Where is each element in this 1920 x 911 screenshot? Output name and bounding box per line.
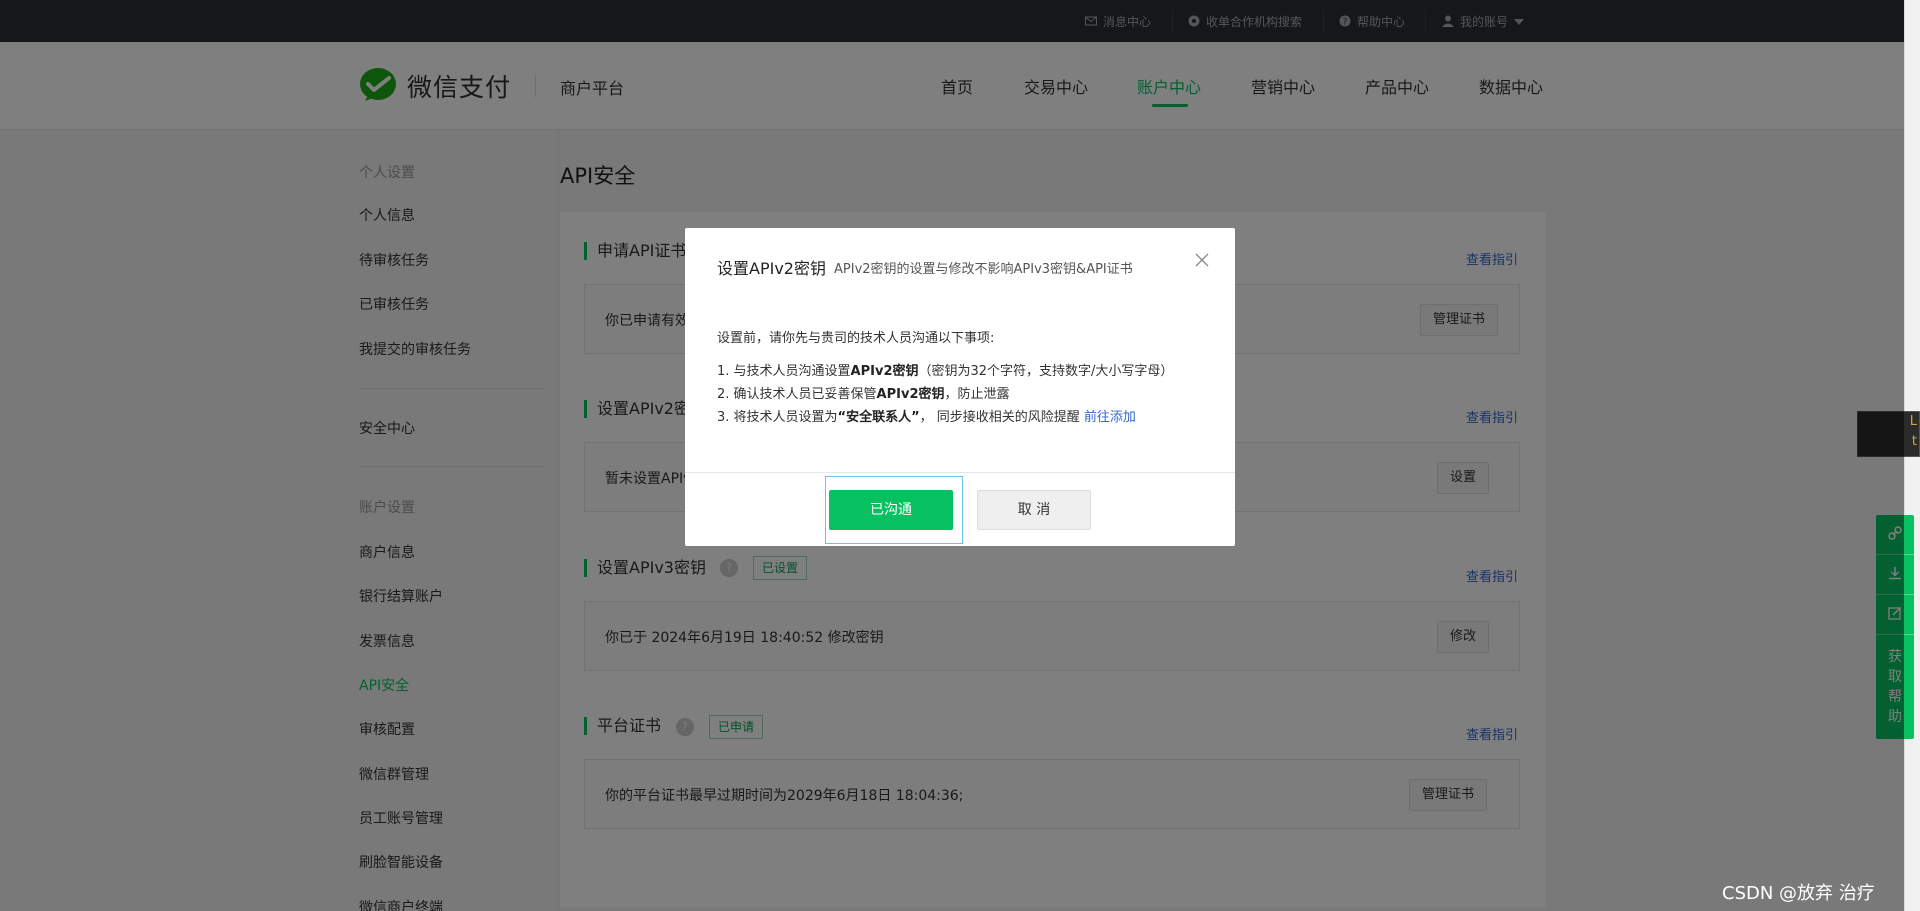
- confirm-communicated-button[interactable]: 已沟通: [829, 490, 953, 530]
- dialog-intro: 设置前，请你先与贵司的技术人员沟通以下事项:: [717, 331, 995, 346]
- apiv2-key-dialog: 设置APIv2密钥 APIv2密钥的设置与修改不影响APIv3密钥&API证书 …: [685, 228, 1235, 546]
- chip-letter: t: [1911, 434, 1917, 449]
- dialog-step-3: 3. 将技术人员设置为“安全联系人”， 同步接收相关的风险提醒 前往添加: [717, 410, 1136, 425]
- dialog-title: 设置APIv2密钥: [717, 259, 826, 278]
- watermark: CSDN @放弃 治疗: [1722, 883, 1875, 904]
- chip-letter: L: [1909, 414, 1917, 429]
- dialog-subtitle: APIv2密钥的设置与修改不影响APIv3密钥&API证书: [834, 262, 1133, 277]
- cancel-button[interactable]: 取 消: [977, 490, 1091, 530]
- dialog-step-2: 2. 确认技术人员已妥善保管APIv2密钥，防止泄露: [717, 387, 1010, 402]
- dialog-step-1: 1. 与技术人员沟通设置APIv2密钥（密钥为32个字符，支持数字/大小写字母）: [717, 364, 1174, 379]
- go-add-link[interactable]: 前往添加: [1084, 410, 1136, 425]
- close-icon[interactable]: [1194, 252, 1210, 268]
- divider: [685, 472, 1235, 473]
